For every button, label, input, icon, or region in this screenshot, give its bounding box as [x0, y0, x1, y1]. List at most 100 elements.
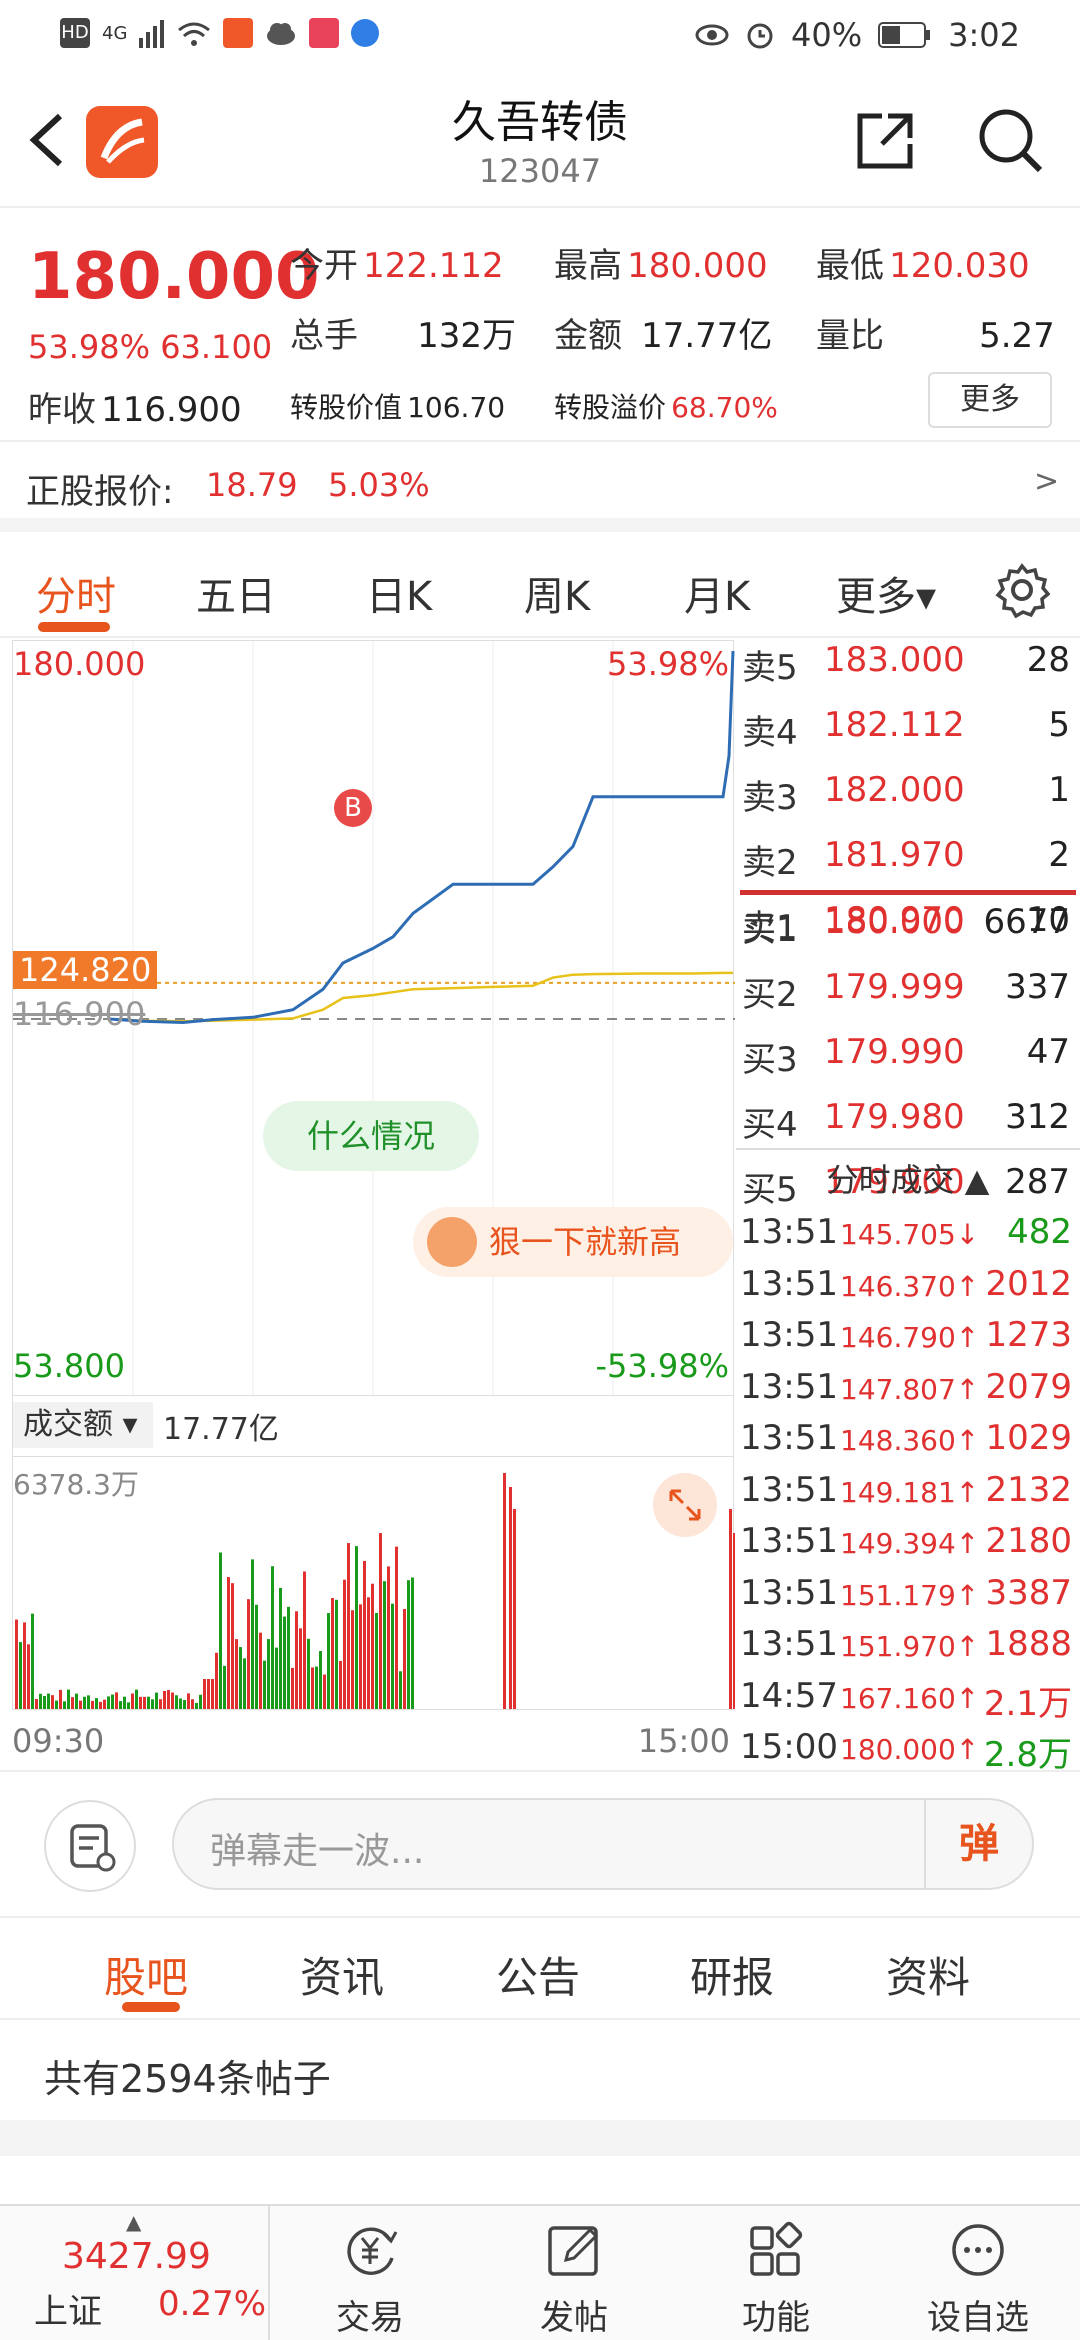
nav-functions[interactable]: 功能	[676, 2206, 876, 2340]
trade-time: 13:51	[740, 1521, 838, 1561]
trade-time: 13:51	[740, 1263, 838, 1304]
trade-volume: 2132	[985, 1469, 1072, 1510]
trade-time: 13:51	[740, 1469, 838, 1510]
tab-forum[interactable]: 股吧	[104, 1944, 188, 2005]
section-divider	[0, 2120, 1080, 2156]
volume-bar	[239, 1647, 242, 1709]
underlying-stock-row[interactable]: 正股报价: 18.79 5.03% >	[0, 440, 1080, 532]
tab-monthly-k[interactable]: 月K	[684, 564, 750, 622]
volume-bar	[259, 1632, 262, 1709]
volume-total: 17.77亿	[163, 1412, 279, 1447]
ask-volume: 28	[1026, 640, 1070, 680]
volume-bar	[339, 1660, 342, 1709]
price-change: 53.98% 63.100	[28, 328, 273, 366]
search-icon[interactable]	[974, 104, 1046, 176]
trade-volume: 2.1万	[983, 1683, 1072, 1724]
trade-row: 13:51 148.360↑ 1029	[740, 1418, 1078, 1469]
tab-more[interactable]: 更多▾	[836, 564, 936, 622]
trade-row: 13:51 145.705↓ 482	[740, 1212, 1078, 1263]
volume-bar	[291, 1667, 294, 1709]
index-change: 0.27%	[158, 2284, 267, 2324]
trades-header[interactable]: 分时成交 ▲	[736, 1152, 1080, 1208]
index-ticker[interactable]: ▲ 3427.99 上证 0.27%	[0, 2206, 270, 2340]
intraday-chart[interactable]: 180.000 53.98% 124.820 116.900 B 什么情况 狠一…	[12, 640, 735, 1397]
more-button[interactable]: 更多	[928, 372, 1052, 428]
bid-row[interactable]: 买3 179.990 47	[742, 1032, 1078, 1080]
whats-happening-pill[interactable]: 什么情况	[263, 1101, 479, 1171]
ask-level: 卖3	[742, 778, 798, 818]
volume-bar	[303, 1571, 306, 1709]
high-price: 最高 180.000	[554, 246, 768, 286]
battery-icon	[878, 22, 931, 48]
volume-bar	[35, 1699, 38, 1709]
divider	[736, 1148, 1080, 1150]
volume-bar	[271, 1566, 274, 1709]
tab-profile[interactable]: 资料	[886, 1944, 970, 2005]
bid-row[interactable]: 买2 179.999 337	[742, 967, 1078, 1015]
hot-comment-pill[interactable]: 狠一下就新高	[413, 1207, 733, 1277]
volume-bar	[231, 1583, 234, 1709]
volume-bar	[183, 1699, 186, 1709]
ask-row[interactable]: 卖3 182.000 1	[742, 770, 1078, 818]
danmu-input[interactable]: 弹幕走一波... 弹	[172, 1798, 1034, 1890]
nav-post[interactable]: 发帖	[474, 2206, 674, 2340]
volume-type-select[interactable]: 成交额 ▾	[13, 1402, 153, 1448]
settings-gear-icon[interactable]	[994, 562, 1050, 618]
trade-volume: 1888	[985, 1624, 1072, 1664]
stock-price: 18.79	[206, 466, 298, 504]
volume-bar	[367, 1597, 370, 1709]
danmu-send-button[interactable]: 弹	[924, 1800, 1032, 1888]
volume-bar	[195, 1702, 198, 1709]
volume-bar	[23, 1622, 26, 1709]
volume-bar	[295, 1611, 298, 1709]
volume-bar	[287, 1606, 290, 1709]
volume-bar	[363, 1560, 366, 1709]
buy-marker[interactable]: B	[334, 789, 372, 827]
ask-row[interactable]: 卖5 183.000 28	[742, 640, 1078, 688]
trade-time: 13:51	[740, 1366, 838, 1407]
bid-volume: 312	[1005, 1097, 1070, 1137]
trade-price: 167.160↑	[840, 1681, 980, 1715]
bid-price: 179.999	[824, 967, 965, 1007]
volume-bar	[139, 1696, 142, 1709]
volume-bar	[335, 1599, 338, 1709]
tab-announcements[interactable]: 公告	[496, 1944, 580, 2005]
tab-news[interactable]: 资讯	[300, 1944, 384, 2005]
tab-research[interactable]: 研报	[690, 1944, 774, 2005]
prev-close: 昨收 116.900	[28, 390, 242, 430]
bid-row[interactable]: 买4 179.980 312	[742, 1097, 1078, 1145]
bid-row[interactable]: 买1 180.000 6677	[742, 902, 1078, 950]
danmu-bar: 弹幕走一波... 弹	[0, 1770, 1080, 1918]
content-tabs: 股吧 资讯 公告 研报 资料	[0, 1920, 1080, 2020]
tab-daily-k[interactable]: 日K	[366, 564, 432, 622]
chevron-right-icon[interactable]: >	[1034, 464, 1059, 499]
trade-time: 13:51	[740, 1572, 838, 1613]
volume-header: 成交额 ▾ 17.77亿	[12, 1396, 734, 1456]
bid-price: 180.000	[824, 902, 965, 942]
ask-price: 182.112	[824, 705, 965, 745]
trade-row: 13:51 149.181↑ 2132	[740, 1470, 1078, 1521]
ask-row[interactable]: 卖4 182.112 5	[742, 705, 1078, 753]
danmu-settings-icon[interactable]	[44, 1800, 136, 1892]
trade-price: 149.181↑	[840, 1475, 980, 1509]
volume-bar	[387, 1566, 390, 1709]
tab-five-day[interactable]: 五日	[196, 564, 276, 622]
expand-icon[interactable]	[653, 1473, 717, 1537]
trade-price: 180.000↑	[840, 1733, 980, 1766]
order-book: 卖5 183.000 28 卖4 182.112 5 卖3 182.000 1 卖2 181.970…	[736, 640, 1080, 1775]
tab-intraday[interactable]: 分时	[36, 564, 116, 622]
nav-add-watchlist[interactable]: 设自选	[878, 2206, 1078, 2340]
nav-trade[interactable]: 交易	[270, 2206, 470, 2340]
volume-bar	[199, 1694, 202, 1709]
volume-bar	[315, 1666, 318, 1709]
globe-icon	[351, 19, 380, 47]
volume-bar	[503, 1473, 506, 1709]
share-icon[interactable]	[852, 108, 918, 174]
ask-row[interactable]: 卖2 181.970 2	[742, 835, 1078, 883]
tab-weekly-k[interactable]: 周K	[524, 564, 590, 622]
volume-bar	[171, 1692, 174, 1709]
volume-bar	[143, 1696, 146, 1709]
index-name: 上证	[34, 2292, 102, 2332]
signal-icon	[139, 20, 165, 48]
volume-ratio: 量比 5.27	[816, 316, 1055, 356]
